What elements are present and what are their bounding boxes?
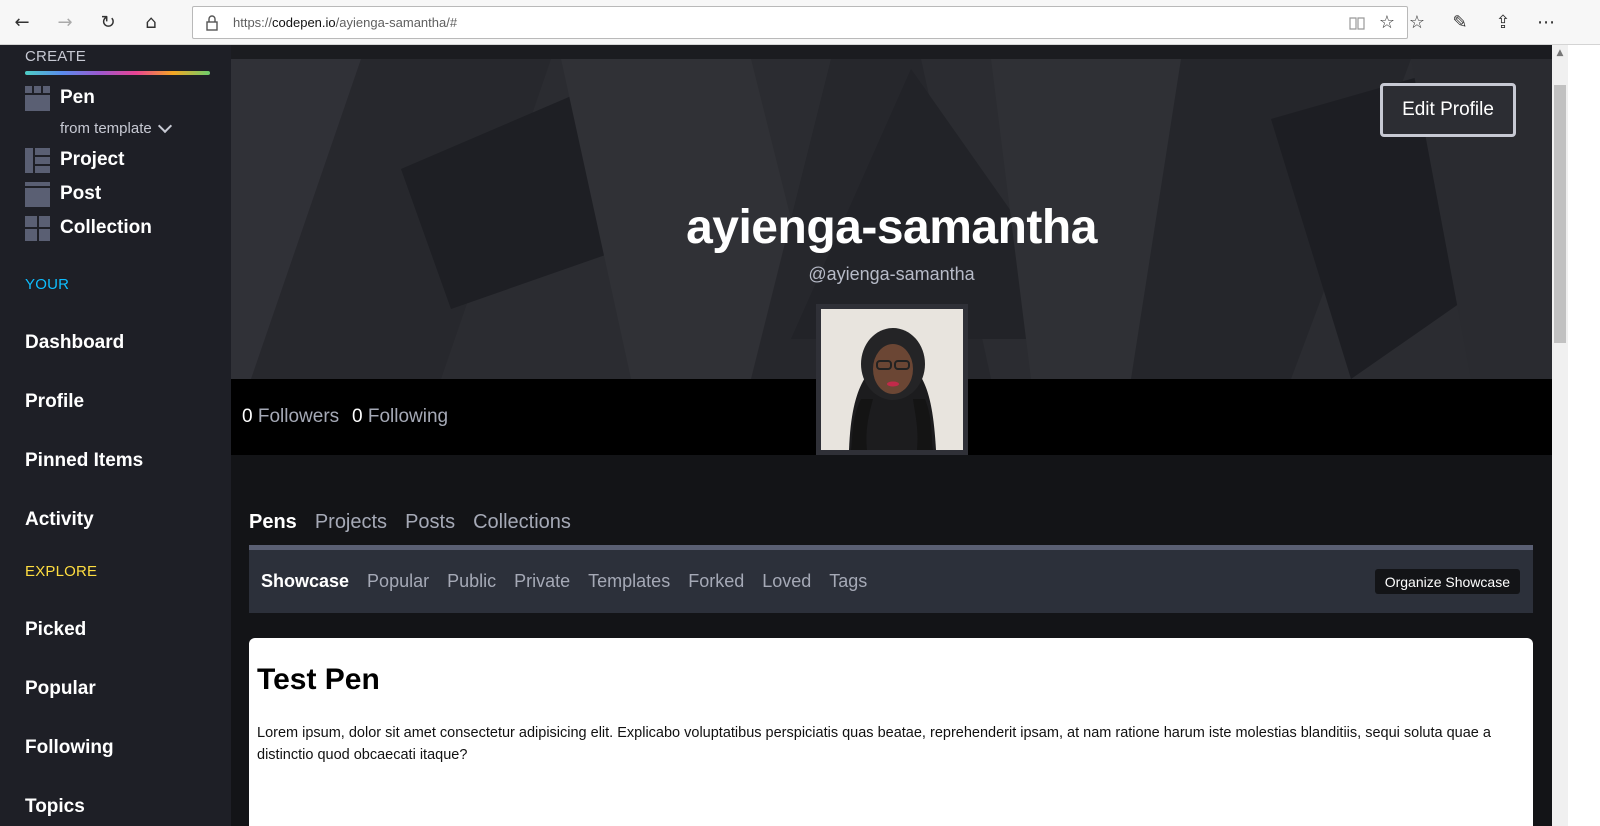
from-template-label: from template bbox=[60, 120, 152, 137]
profile-handle: @ayienga-samantha bbox=[808, 264, 975, 284]
lock-icon bbox=[206, 15, 218, 31]
subtab-private[interactable]: Private bbox=[514, 571, 570, 592]
sidebar-item-dashboard[interactable]: Dashboard bbox=[25, 332, 124, 354]
create-section-label: CREATE bbox=[25, 48, 86, 65]
profile-name: ayienga-samantha bbox=[686, 201, 1097, 254]
subtab-public[interactable]: Public bbox=[447, 571, 496, 592]
back-arrow-icon[interactable]: ← bbox=[10, 10, 34, 34]
create-post-item[interactable]: Post bbox=[25, 180, 101, 208]
sidebar-item-profile[interactable]: Profile bbox=[25, 391, 84, 413]
pen-annotate-icon[interactable]: ✎ bbox=[1448, 10, 1472, 34]
sidebar-item-topics[interactable]: Topics bbox=[25, 796, 85, 818]
following-stat[interactable]: 0 Following bbox=[352, 406, 448, 428]
avatar bbox=[816, 304, 968, 455]
pen-icon bbox=[25, 85, 50, 111]
tab-collections[interactable]: Collections bbox=[473, 511, 571, 534]
more-options-icon[interactable]: ⋯ bbox=[1534, 10, 1558, 34]
avatar-photo bbox=[821, 309, 963, 450]
forward-arrow-icon[interactable]: → bbox=[53, 10, 77, 34]
sidebar-item-activity[interactable]: Activity bbox=[25, 509, 94, 531]
create-project-item[interactable]: Project bbox=[25, 146, 124, 174]
pen-preview-card[interactable]: Test Pen Lorem ipsum, dolor sit amet con… bbox=[249, 638, 1533, 826]
create-collection-label: Collection bbox=[60, 217, 152, 238]
pens-subnav: Showcase Popular Public Private Template… bbox=[249, 545, 1533, 613]
scroll-up-arrow-icon[interactable]: ▲ bbox=[1552, 45, 1568, 61]
scrollbar-thumb[interactable] bbox=[1554, 85, 1566, 343]
home-icon[interactable]: ⌂ bbox=[139, 10, 163, 34]
share-icon[interactable]: ⇪ bbox=[1491, 10, 1515, 34]
your-section-label: YOUR bbox=[25, 276, 70, 293]
project-icon bbox=[25, 147, 50, 173]
tab-pens[interactable]: Pens bbox=[249, 511, 297, 534]
favorite-star-icon[interactable]: ☆ bbox=[1379, 12, 1395, 33]
subtab-tags[interactable]: Tags bbox=[829, 571, 867, 592]
organize-showcase-button[interactable]: Organize Showcase bbox=[1374, 569, 1520, 594]
window-edge bbox=[1568, 45, 1600, 826]
browser-toolbar: ← → ↻ ⌂ https://codepen.io/ayienga-saman… bbox=[0, 0, 1600, 45]
edit-profile-button[interactable]: Edit Profile bbox=[1380, 83, 1516, 137]
main-content: Edit Profile ayienga-samantha @ayienga-s… bbox=[231, 45, 1552, 826]
post-icon bbox=[25, 181, 50, 207]
create-collection-item[interactable]: Collection bbox=[25, 214, 152, 242]
create-rainbow-divider bbox=[25, 71, 210, 75]
subtab-popular[interactable]: Popular bbox=[367, 571, 429, 592]
collection-icon bbox=[25, 215, 50, 241]
from-template-dropdown[interactable]: from template bbox=[60, 118, 172, 137]
subtab-loved[interactable]: Loved bbox=[762, 571, 811, 592]
create-post-label: Post bbox=[60, 183, 102, 204]
sidebar-item-popular[interactable]: Popular bbox=[25, 678, 96, 700]
subtab-showcase[interactable]: Showcase bbox=[261, 571, 349, 592]
pen-preview-body: Lorem ipsum, dolor sit amet consectetur … bbox=[257, 725, 1491, 763]
content-tabs: Pens Projects Posts Collections bbox=[249, 511, 571, 534]
followers-stat[interactable]: 0 Followers bbox=[242, 406, 339, 428]
address-bar[interactable]: https://codepen.io/ayienga-samantha/# ☆ bbox=[192, 6, 1408, 39]
url-text: https://codepen.io/ayienga-samantha/# bbox=[233, 15, 458, 30]
sidebar-item-pinned-items[interactable]: Pinned Items bbox=[25, 450, 143, 472]
sidebar-item-picked[interactable]: Picked bbox=[25, 619, 86, 641]
favorites-list-icon[interactable]: ☆ bbox=[1405, 10, 1429, 34]
explore-section-label: EXPLORE bbox=[25, 563, 98, 580]
tab-projects[interactable]: Projects bbox=[315, 511, 387, 534]
sidebar: CREATE Pen from template Project Post Co… bbox=[0, 45, 231, 826]
pen-preview-title: Test Pen bbox=[257, 663, 380, 696]
create-project-label: Project bbox=[60, 149, 125, 170]
page-scrollbar[interactable]: ▲ bbox=[1552, 45, 1568, 826]
sidebar-item-following[interactable]: Following bbox=[25, 737, 114, 759]
top-strip bbox=[231, 45, 1552, 59]
subtab-forked[interactable]: Forked bbox=[688, 571, 744, 592]
chevron-down-icon bbox=[157, 118, 172, 133]
create-pen-label: Pen bbox=[60, 87, 95, 108]
reading-view-icon[interactable] bbox=[1349, 15, 1365, 31]
tab-posts[interactable]: Posts bbox=[405, 511, 455, 534]
subtab-templates[interactable]: Templates bbox=[588, 571, 670, 592]
create-pen-item[interactable]: Pen bbox=[25, 84, 95, 112]
refresh-icon[interactable]: ↻ bbox=[96, 10, 120, 34]
